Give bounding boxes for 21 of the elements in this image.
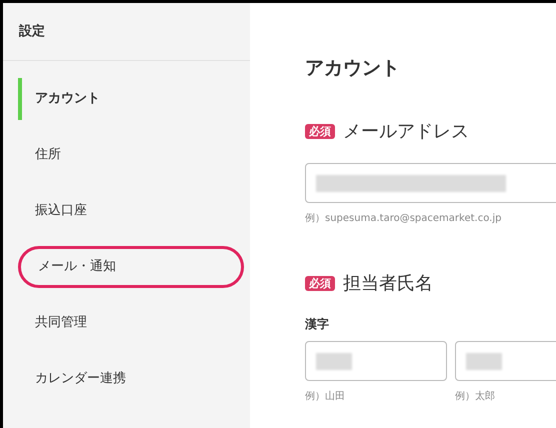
input-field[interactable] (455, 341, 556, 381)
sidebar-item[interactable]: カレンダー連携 (18, 358, 244, 400)
input-field[interactable] (305, 163, 556, 203)
page-heading: アカウント (305, 59, 401, 78)
sidebar-item[interactable]: 共同管理 (18, 302, 244, 344)
sidebar-item[interactable]: 住所 (18, 134, 244, 176)
input-field[interactable] (305, 341, 447, 381)
hint-text: 例）太郎 (455, 390, 495, 404)
pixelated-value (316, 352, 352, 370)
sidebar-item[interactable]: 振込口座 (18, 190, 244, 232)
pixelated-value (466, 352, 502, 370)
hint-text: 例）山田 (305, 390, 345, 404)
section-title: 担当者氏名 (343, 272, 433, 296)
sidebar-item[interactable]: メール・通知 (18, 246, 244, 288)
sidebar-item[interactable]: アカウント (18, 78, 244, 120)
hint-text: 例）supesuma.taro@spacemarket.co.jp (305, 212, 502, 226)
sidebar-title: 設定 (19, 22, 45, 41)
required-badge: 必須 (305, 124, 335, 139)
required-badge: 必須 (305, 276, 335, 291)
field-label: 漢字 (305, 316, 329, 333)
section-title: メールアドレス (343, 120, 469, 144)
